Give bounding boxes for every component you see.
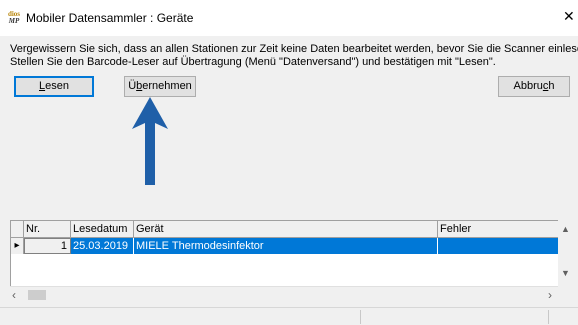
scroll-thumb[interactable] xyxy=(28,290,46,300)
column-header-lesedatum[interactable]: Lesedatum xyxy=(71,221,134,237)
annotation-arrow-icon xyxy=(132,97,168,185)
cell-fehler[interactable] xyxy=(438,238,567,254)
lesen-label-rest: esen xyxy=(45,80,69,92)
column-header-geraet[interactable]: Gerät xyxy=(134,221,438,237)
status-bar xyxy=(0,307,578,325)
header-indicator xyxy=(11,221,24,237)
uebernehmen-button[interactable]: Übernehmen xyxy=(124,76,196,97)
title-bar: dios MP Mobiler Datensammler : Geräte ✕ xyxy=(0,0,578,36)
vertical-scrollbar[interactable]: ▲ ▼ xyxy=(558,220,574,300)
abbruch-button[interactable]: Abbruch xyxy=(498,76,570,97)
cell-nr[interactable]: 1 xyxy=(24,238,71,254)
table-row[interactable]: ▸ 1 25.03.2019 MIELE Thermodesinfektor xyxy=(11,238,567,254)
window-title: Mobiler Datensammler : Geräte xyxy=(26,11,194,25)
instruction-line-2: Stellen Sie den Barcode-Leser auf Übertr… xyxy=(10,56,496,68)
uebernehmen-label-first: Ü xyxy=(128,80,137,92)
lesen-button[interactable]: Lesen xyxy=(14,76,94,97)
column-header-fehler[interactable]: Fehler xyxy=(438,221,567,237)
logo-bottom-text: MP xyxy=(8,17,20,25)
status-panel-divider xyxy=(548,310,549,324)
app-logo-icon: dios MP xyxy=(7,11,21,25)
cell-geraet[interactable]: MIELE Thermodesinfektor xyxy=(134,238,438,254)
table-header: Nr. Lesedatum Gerät Fehler xyxy=(11,221,567,238)
abbruch-label-rest: h xyxy=(548,80,555,92)
abbruch-label-first: Abbru xyxy=(513,80,543,92)
horizontal-scrollbar[interactable]: ‹ › xyxy=(10,286,558,303)
instruction-line-1: Vergewissern Sie sich, dass an allen Sta… xyxy=(10,43,578,55)
close-icon[interactable]: ✕ xyxy=(563,9,575,25)
column-header-nr[interactable]: Nr. xyxy=(24,221,71,237)
row-pointer-icon: ▸ xyxy=(11,238,24,254)
status-panel-divider xyxy=(360,310,361,324)
cell-lesedatum[interactable]: 25.03.2019 xyxy=(71,238,134,254)
uebernehmen-label-rest: ernehmen xyxy=(142,80,192,92)
scroll-up-icon[interactable]: ▲ xyxy=(561,224,570,234)
scroll-right-icon[interactable]: › xyxy=(548,288,552,302)
scroll-left-icon[interactable]: ‹ xyxy=(12,288,16,302)
scroll-down-icon[interactable]: ▼ xyxy=(561,268,570,278)
